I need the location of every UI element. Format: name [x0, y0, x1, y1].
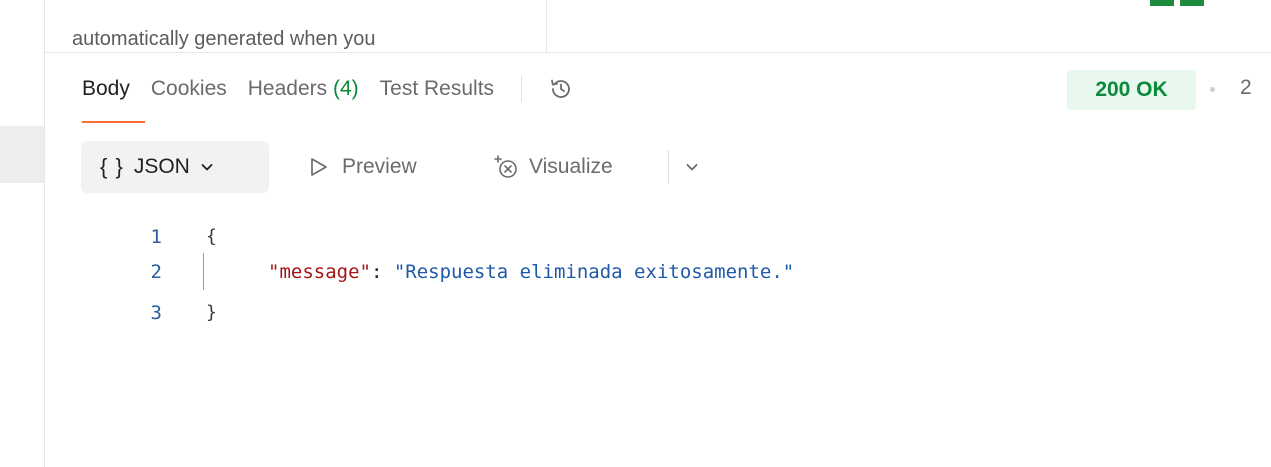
json-entry: "message": "Respuesta eliminada exitosam…	[268, 261, 794, 283]
sidebar-active-item[interactable]	[0, 126, 44, 183]
chevron-down-icon	[200, 160, 214, 174]
status-code: 200 OK	[1095, 78, 1168, 101]
line-number: 1	[150, 225, 162, 248]
tab-headers[interactable]: Headers (4)	[248, 77, 359, 101]
json-open-brace: {	[206, 226, 217, 247]
json-colon: :	[370, 260, 394, 283]
tabs-divider	[521, 76, 523, 102]
line-number: 2	[150, 260, 162, 283]
json-value: "Respuesta eliminada exitosamente."	[393, 260, 795, 283]
tab-test-results[interactable]: Test Results	[380, 77, 494, 101]
sidebar-divider	[44, 0, 45, 467]
response-tabs: Body Cookies Headers (4) Test Results	[82, 74, 576, 104]
json-braces-icon: { }	[100, 154, 124, 179]
response-panel-divider	[45, 52, 1271, 53]
tab-cookies-label: Cookies	[150, 77, 227, 100]
visualize-divider	[668, 150, 669, 184]
visualize-label: Visualize	[529, 155, 613, 178]
visualize-sparkle-icon	[494, 155, 517, 178]
json-key: "message"	[268, 260, 371, 283]
tab-body-label: Body	[82, 77, 130, 100]
status-badge[interactable]: 200 OK	[1067, 70, 1196, 110]
headers-count: (4)	[332, 77, 359, 100]
format-select-button[interactable]: { } JSON	[81, 141, 269, 193]
active-tab-indicator	[82, 121, 145, 123]
tab-test-results-label: Test Results	[379, 77, 495, 100]
indent-guide	[203, 253, 204, 290]
play-icon	[311, 158, 327, 176]
logo-icon	[1150, 0, 1204, 6]
left-sidebar-rail	[0, 0, 44, 467]
visualize-options-button[interactable]	[681, 156, 703, 178]
clipped-text-line	[72, 0, 492, 4]
preview-label: Preview	[342, 155, 417, 178]
description-fragment: automatically generated when you	[72, 28, 376, 50]
tab-headers-label: Headers	[247, 77, 328, 100]
preview-button[interactable]: Preview	[310, 148, 417, 186]
status-separator-dot	[1210, 87, 1215, 92]
chevron-down-icon	[686, 164, 698, 171]
tab-body[interactable]: Body	[82, 77, 130, 101]
response-time[interactable]: 2	[1240, 76, 1252, 100]
visualize-button[interactable]: Visualize	[493, 148, 613, 186]
tab-cookies[interactable]: Cookies	[151, 77, 227, 101]
json-close-brace: }	[206, 302, 217, 323]
format-label: JSON	[133, 155, 190, 178]
top-panel-divider	[546, 0, 547, 52]
history-button[interactable]	[546, 74, 576, 104]
history-icon	[551, 79, 570, 98]
line-number: 3	[150, 301, 162, 324]
